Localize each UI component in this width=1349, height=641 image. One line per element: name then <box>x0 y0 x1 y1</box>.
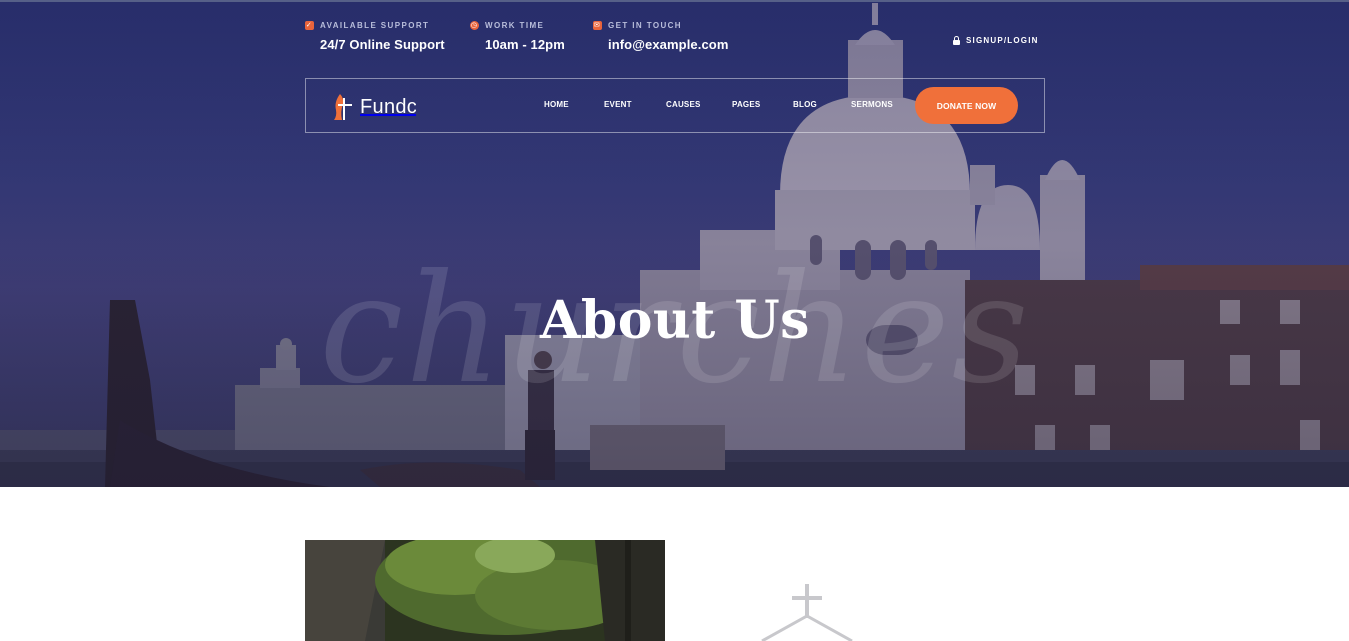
main-navbar: Fundc HOME EVENT CAUSES PAGES BLOG SERMO… <box>305 78 1045 133</box>
cross-flame-logo-icon <box>334 94 352 120</box>
clock-icon: ◷ <box>470 21 479 30</box>
signup-login-link[interactable]: SIGNUP/LOGIN <box>953 35 1039 45</box>
nav-blog[interactable]: BLOG <box>793 100 817 109</box>
info-get-in-touch: ✉ GET IN TOUCH info@example.com <box>593 21 728 52</box>
info-available-support: ✓ AVAILABLE SUPPORT 24/7 Online Support <box>305 21 445 52</box>
contact-label: GET IN TOUCH <box>608 21 682 30</box>
nav-pages[interactable]: PAGES <box>732 100 760 109</box>
top-divider <box>0 0 1349 2</box>
about-photo <box>305 540 665 641</box>
info-work-time: ◷ WORK TIME 10am - 12pm <box>470 21 565 52</box>
support-label: AVAILABLE SUPPORT <box>320 21 430 30</box>
donate-now-button[interactable]: DONATE NOW <box>915 87 1018 124</box>
nav-event[interactable]: EVENT <box>604 100 632 109</box>
page-hero: churches About Us ✓ AVAILABLE SUPPORT 24… <box>0 0 1349 487</box>
nav-sermons[interactable]: SERMONS <box>851 100 893 109</box>
signup-login-label: SIGNUP/LOGIN <box>966 36 1039 45</box>
nav-causes[interactable]: CAUSES <box>666 100 701 109</box>
lock-icon <box>953 35 960 45</box>
church-outline-icon <box>761 584 853 641</box>
site-logo[interactable]: Fundc <box>330 92 416 122</box>
support-value: 24/7 Online Support <box>320 37 445 52</box>
nav-home[interactable]: HOME <box>544 100 569 109</box>
contact-email[interactable]: info@example.com <box>593 37 728 52</box>
work-time-value: 10am - 12pm <box>485 37 565 52</box>
logo-text: Fundc <box>360 95 416 118</box>
page-title: About Us <box>540 290 810 351</box>
check-square-icon: ✓ <box>305 21 314 30</box>
envelope-icon: ✉ <box>593 21 602 30</box>
work-time-label: WORK TIME <box>485 21 545 30</box>
